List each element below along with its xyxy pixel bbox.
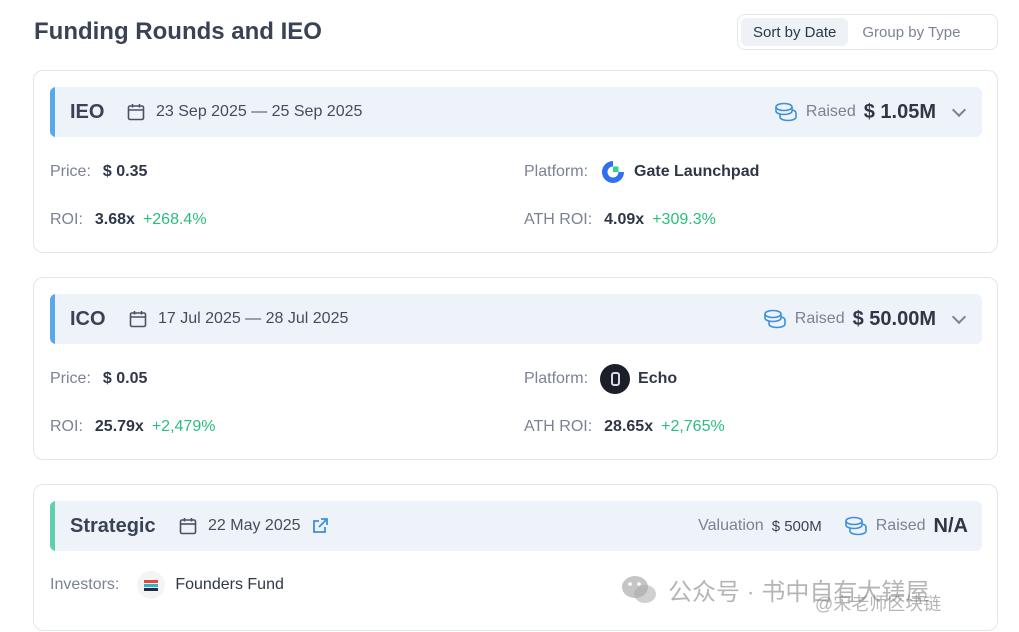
external-link-icon[interactable]	[311, 517, 329, 535]
echo-logo-icon	[600, 364, 631, 394]
funding-round-card-ieo: IEO 23 Sep 2025 — 25 Sep 2025 Raised $ 1…	[33, 70, 998, 253]
ath-roi-label: ATH ROI:	[524, 211, 593, 228]
investors-label: Investors:	[50, 576, 120, 593]
valuation-raised-info: Valuation $ 500M Raised N/A	[698, 501, 968, 551]
raised-label: Raised	[805, 103, 856, 120]
platform-name[interactable]: Gate Launchpad	[634, 163, 759, 181]
round-header[interactable]: IEO 23 Sep 2025 — 25 Sep 2025 Raised $ 1…	[50, 87, 982, 137]
ath-roi-row: ATH ROI: 28.65x +2,765%	[524, 418, 725, 436]
ath-roi-value: 28.65x	[604, 418, 654, 435]
price-label: Price:	[50, 370, 91, 387]
coins-icon	[844, 516, 867, 536]
roi-value: 3.68x	[94, 211, 135, 228]
platform-row: Platform: Gate Launchpad	[524, 159, 759, 185]
investors-row: Investors: Founders Fund	[50, 571, 284, 599]
chevron-down-icon[interactable]	[951, 102, 967, 118]
roi-value: 25.79x	[94, 418, 144, 435]
raised-value: $ 1.05M	[863, 100, 936, 123]
valuation-label: Valuation	[698, 517, 764, 534]
ath-roi-row: ATH ROI: 4.09x +309.3%	[524, 211, 716, 229]
round-type: ICO	[70, 308, 106, 330]
raised-info: Raised $ 1.05M	[774, 87, 968, 137]
round-type: Strategic	[70, 515, 156, 537]
investor-name[interactable]: Founders Fund	[175, 576, 284, 594]
sort-toggle: Sort by Date Group by Type	[737, 14, 998, 50]
ath-roi-percent: +2,765%	[661, 418, 725, 435]
platform-row: Platform: Echo	[524, 364, 677, 394]
roi-percent: +268.4%	[142, 211, 207, 228]
roi-label: ROI:	[50, 418, 83, 435]
price-row: Price: $ 0.05	[50, 370, 155, 388]
date-single: 22 May 2025	[208, 517, 301, 534]
price-label: Price:	[50, 163, 91, 180]
roi-row: ROI: 25.79x +2,479%	[50, 418, 215, 436]
platform-label: Platform:	[524, 163, 589, 180]
chevron-down-icon[interactable]	[951, 309, 967, 325]
gate-logo-icon	[602, 161, 625, 183]
round-dates: 23 Sep 2025 — 25 Sep 2025	[126, 87, 362, 137]
page-title: Funding Rounds and IEO	[34, 18, 322, 45]
ath-roi-label: ATH ROI:	[524, 418, 593, 435]
watermark-handle: @宋老师区块链	[815, 594, 942, 614]
raised-value: $ 50.00M	[852, 307, 936, 330]
group-by-type-button[interactable]: Group by Type	[850, 18, 972, 46]
roi-label: ROI:	[50, 211, 83, 228]
raised-label: Raised	[875, 517, 926, 534]
platform-label: Platform:	[524, 370, 589, 387]
price-row: Price: $ 0.35	[50, 163, 155, 181]
calendar-icon	[129, 311, 147, 328]
calendar-icon	[127, 104, 145, 121]
funding-round-card-ico: ICO 17 Jul 2025 — 28 Jul 2025 Raised $ 5…	[33, 277, 998, 460]
founders-fund-logo-icon	[137, 571, 166, 599]
round-header: Strategic 22 May 2025 Valuation $ 500M R…	[50, 501, 982, 551]
date-range: 17 Jul 2025 — 28 Jul 2025	[158, 310, 349, 327]
calendar-icon	[179, 518, 197, 535]
platform-name[interactable]: Echo	[638, 370, 677, 388]
price-value: $ 0.05	[102, 370, 148, 387]
date-range: 23 Sep 2025 — 25 Sep 2025	[156, 103, 363, 120]
coins-icon	[775, 102, 797, 122]
roi-percent: +2,479%	[151, 418, 216, 435]
sort-by-date-button[interactable]: Sort by Date	[741, 18, 849, 46]
roi-row: ROI: 3.68x +268.4%	[50, 211, 207, 229]
accent-stripe	[50, 87, 55, 137]
raised-label: Raised	[794, 310, 845, 327]
round-type: IEO	[70, 101, 105, 123]
ath-roi-percent: +309.3%	[652, 211, 716, 228]
raised-info: Raised $ 50.00M	[763, 294, 968, 344]
raised-value: N/A	[933, 514, 968, 537]
round-dates: 17 Jul 2025 — 28 Jul 2025	[128, 294, 348, 344]
accent-stripe	[50, 294, 55, 344]
wechat-icon	[622, 575, 656, 603]
price-value: $ 0.35	[102, 163, 148, 180]
accent-stripe	[50, 501, 55, 551]
round-header[interactable]: ICO 17 Jul 2025 — 28 Jul 2025 Raised $ 5…	[50, 294, 982, 344]
round-dates: 22 May 2025	[178, 501, 329, 551]
valuation-value: $ 500M	[771, 517, 822, 535]
ath-roi-value: 4.09x	[604, 211, 645, 228]
coins-icon	[763, 309, 786, 329]
